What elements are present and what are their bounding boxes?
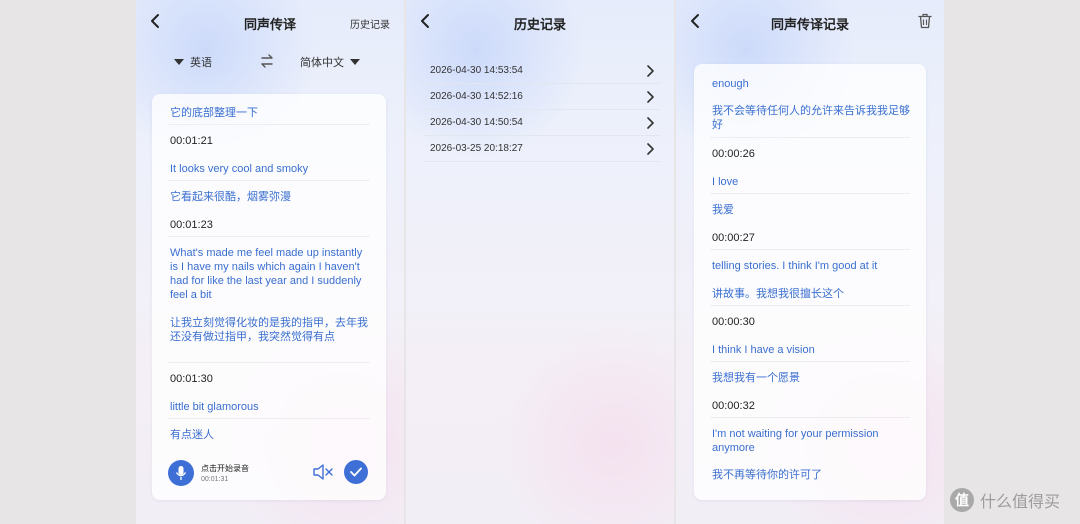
timestamp: 00:01:21 bbox=[170, 135, 213, 147]
timestamp: 00:01:30 bbox=[170, 373, 213, 385]
divider bbox=[168, 236, 370, 237]
language-bar: 英语 简体中文 bbox=[136, 52, 404, 72]
watermark-logo-icon: 值 bbox=[950, 488, 974, 512]
nav-bar: 同声传译 历史记录 bbox=[136, 0, 404, 44]
watermark: 值 什么值得买 bbox=[950, 488, 1060, 512]
source-text: little bit glamorous bbox=[170, 401, 259, 413]
source-text: enough bbox=[712, 78, 749, 90]
delete-button[interactable] bbox=[918, 13, 932, 34]
source-language-select[interactable]: 英语 bbox=[174, 54, 212, 70]
divider bbox=[710, 417, 910, 418]
dropdown-triangle-icon bbox=[350, 59, 360, 65]
nav-bar: 历史记录 bbox=[406, 0, 674, 44]
chevron-right-icon bbox=[647, 143, 654, 155]
trash-icon bbox=[918, 13, 932, 29]
translation-text: 讲故事。我想我很擅长这个 bbox=[712, 288, 844, 300]
speaker-muted-icon bbox=[313, 464, 333, 480]
timestamp: 00:00:32 bbox=[712, 400, 755, 412]
history-record-row[interactable]: 2026-03-25 20:18:27 bbox=[424, 136, 660, 162]
divider bbox=[168, 180, 370, 181]
translation-text: 它看起来很酷，烟雾弥漫 bbox=[170, 191, 291, 203]
translation-text: 让我立刻觉得化妆的是我的指甲，去年我还没有做过指甲，我突然觉得有点 bbox=[170, 317, 368, 343]
checkmark-icon bbox=[350, 467, 362, 477]
mute-button[interactable] bbox=[312, 463, 334, 486]
history-record-row[interactable]: 2026-04-30 14:52:16 bbox=[424, 84, 660, 110]
source-text: telling stories. I think I'm good at it bbox=[712, 260, 878, 272]
history-record-row[interactable]: 2026-04-30 14:53:54 bbox=[424, 58, 660, 84]
timestamp: 00:00:30 bbox=[712, 316, 755, 328]
history-list: 2026-04-30 14:53:54 2026-04-30 14:52:16 20… bbox=[424, 58, 660, 162]
history-screen: 历史记录 2026-04-30 14:53:54 2026-04-30 14:52… bbox=[406, 0, 674, 524]
source-text: It looks very cool and smoky bbox=[170, 163, 309, 175]
swap-languages-button[interactable] bbox=[260, 54, 274, 73]
swap-icon bbox=[261, 54, 273, 68]
timestamp: 00:01:23 bbox=[170, 219, 213, 231]
divider bbox=[710, 193, 910, 194]
translation-text: 我爱 bbox=[712, 204, 734, 216]
source-text: What's made me feel made up instantly is… bbox=[170, 247, 363, 301]
divider bbox=[710, 249, 910, 250]
transcript-card: 它的底部整理一下 00:01:21 It looks very cool and s… bbox=[152, 94, 386, 500]
translation-text: 有点迷人 bbox=[170, 429, 214, 441]
record-timestamp: 2026-03-25 20:18:27 bbox=[430, 143, 523, 154]
confirm-button[interactable] bbox=[344, 460, 368, 484]
source-text: I'm not waiting for your permission anym… bbox=[712, 428, 879, 454]
divider bbox=[168, 418, 370, 419]
divider bbox=[710, 361, 910, 362]
record-button[interactable] bbox=[168, 460, 194, 486]
page-title: 同声传译记录 bbox=[770, 17, 849, 32]
page-title: 历史记录 bbox=[513, 17, 566, 32]
nav-bar: 同声传译记录 bbox=[676, 0, 944, 44]
microphone-icon bbox=[175, 466, 187, 480]
translation-text: 它的底部整理一下 bbox=[170, 107, 258, 119]
source-language-label: 英语 bbox=[190, 57, 212, 69]
record-hint: 点击开始录音 bbox=[201, 464, 249, 473]
translation-text: 我不会等待任何人的允许来告诉我我足够好 bbox=[712, 105, 910, 131]
record-timestamp: 2026-04-30 14:53:54 bbox=[430, 65, 523, 76]
history-record-row[interactable]: 2026-04-30 14:50:54 bbox=[424, 110, 660, 136]
timestamp: 00:00:26 bbox=[712, 148, 755, 160]
divider bbox=[168, 362, 370, 363]
divider bbox=[710, 137, 910, 138]
target-language-label: 简体中文 bbox=[300, 57, 344, 69]
chevron-right-icon bbox=[647, 65, 654, 77]
history-link[interactable]: 历史记录 bbox=[350, 16, 390, 31]
watermark-text: 什么值得买 bbox=[980, 494, 1061, 511]
chevron-right-icon bbox=[647, 91, 654, 103]
record-timestamp: 2026-04-30 14:52:16 bbox=[430, 91, 523, 102]
divider bbox=[168, 124, 370, 125]
record-detail-screen: 同声传译记录 enough 我不会等待任何人的允许来告诉我我足够好 00:00:26… bbox=[676, 0, 944, 524]
chevron-right-icon bbox=[647, 117, 654, 129]
source-text: I love bbox=[712, 176, 739, 188]
record-timer: 00:01:31 bbox=[201, 476, 229, 483]
translation-text: 我想我有一个愿景 bbox=[712, 372, 800, 384]
interpretation-screen: 同声传译 历史记录 英语 简体中文 它的底部整理一下 00:01:21 It loo… bbox=[136, 0, 404, 524]
source-text: I think I have a vision bbox=[712, 344, 815, 356]
translation-text: 我不再等待你的许可了 bbox=[712, 469, 822, 481]
dropdown-triangle-icon bbox=[174, 59, 184, 65]
record-bar: 点击开始录音 00:01:31 bbox=[168, 458, 372, 488]
record-timestamp: 2026-04-30 14:50:54 bbox=[430, 117, 523, 128]
timestamp: 00:00:27 bbox=[712, 232, 755, 244]
divider bbox=[710, 305, 910, 306]
target-language-select[interactable]: 简体中文 bbox=[300, 54, 360, 70]
transcript-card: enough 我不会等待任何人的允许来告诉我我足够好 00:00:26 I love 我… bbox=[694, 64, 926, 500]
